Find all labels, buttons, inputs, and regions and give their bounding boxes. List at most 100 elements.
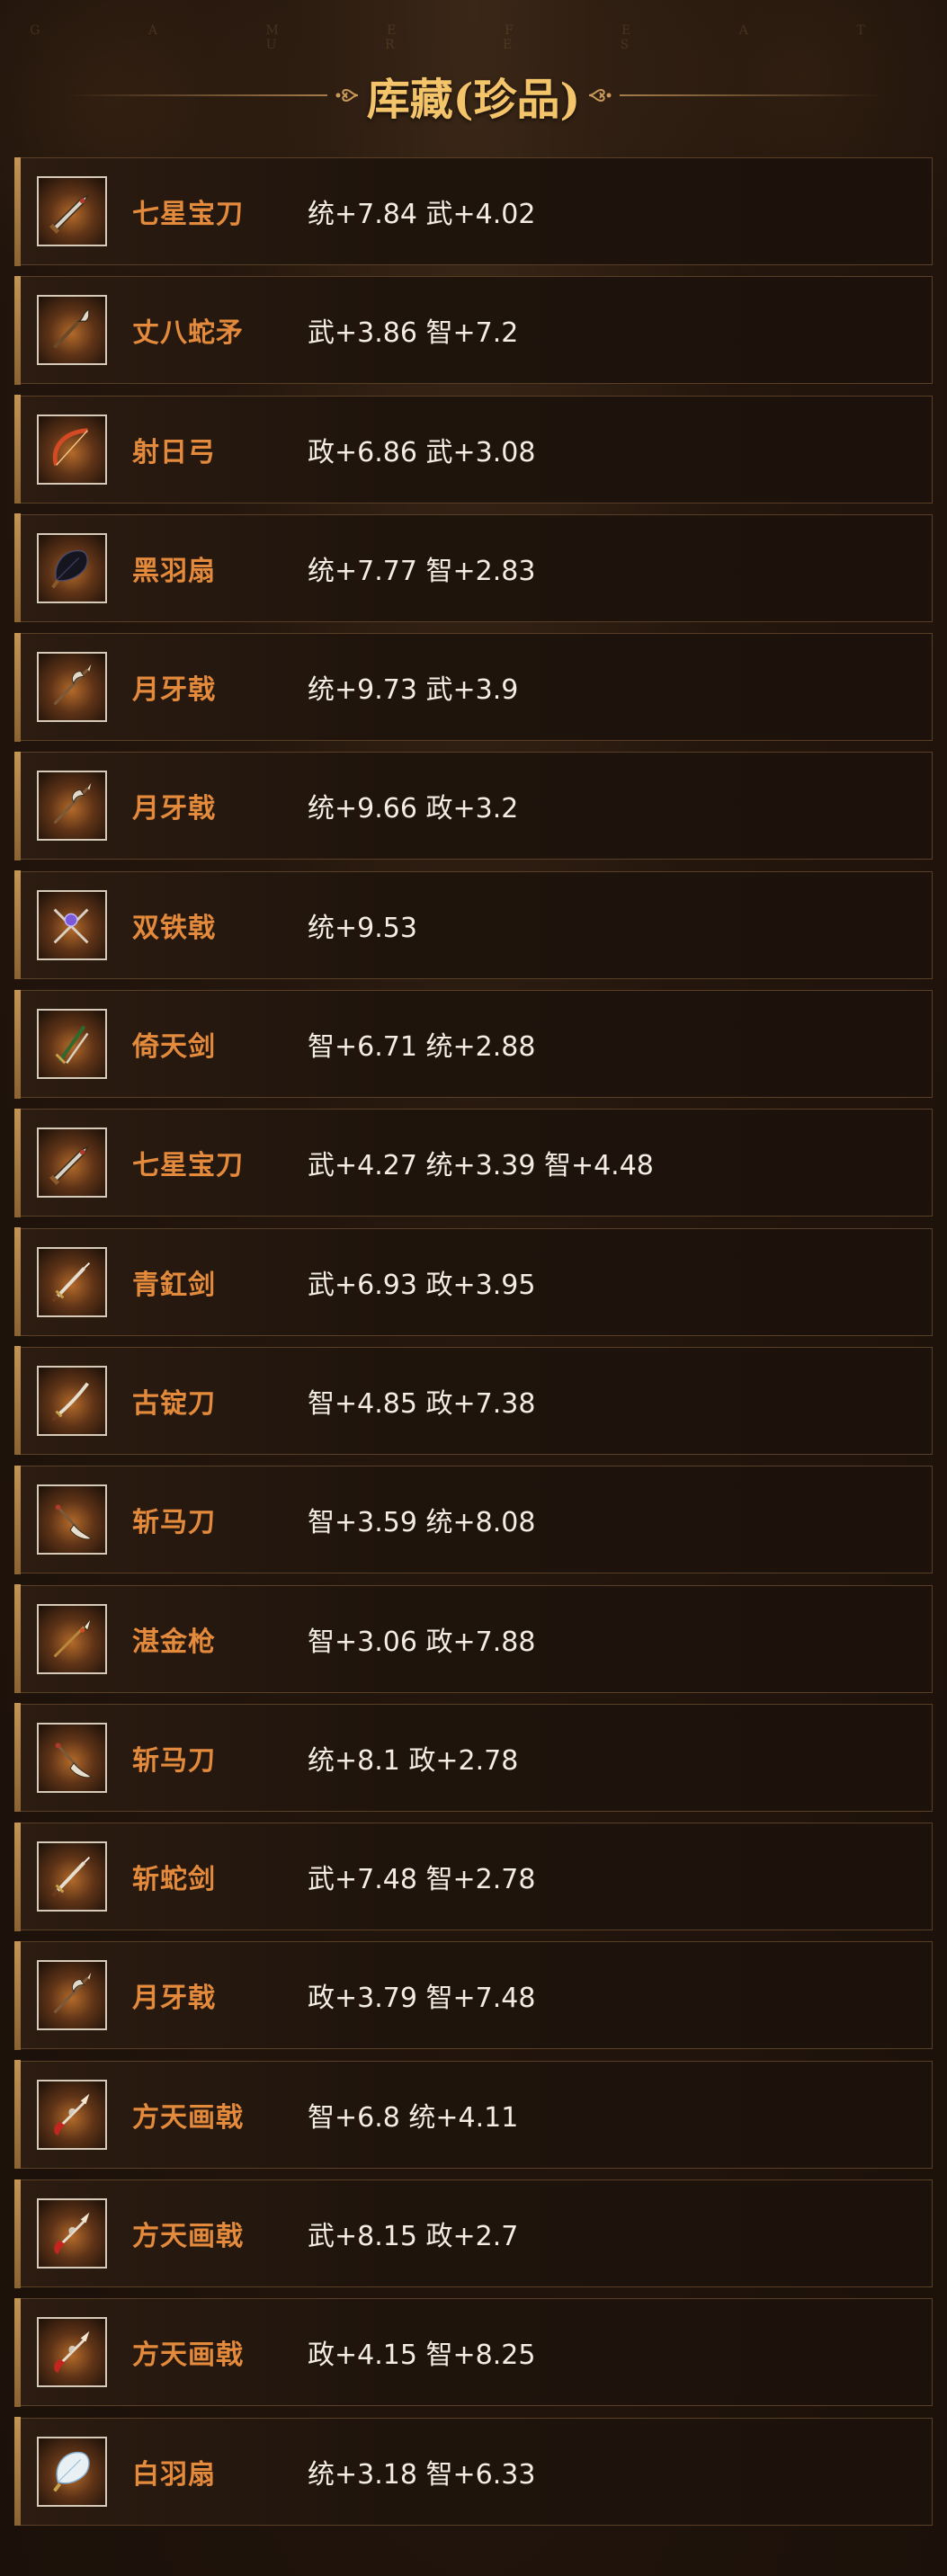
item-icon-frame <box>37 771 107 842</box>
item-name: 白羽扇 <box>132 2458 216 2491</box>
twin-halberd-icon <box>53 908 89 944</box>
item-icon-frame <box>37 2198 107 2269</box>
broadsword-icon <box>49 193 90 234</box>
item-name: 月牙戟 <box>132 1983 216 2015</box>
item-name: 七星宝刀 <box>132 1150 244 1182</box>
item-icon-frame <box>37 2317 107 2388</box>
page-title: 库藏(珍品) <box>366 75 581 125</box>
item-stats: 统+7.84 武+4.02 <box>308 199 536 230</box>
page-header: G A M E F E A T U R E S 库藏(珍品) <box>0 0 947 155</box>
item-stats: 统+8.1 政+2.78 <box>308 1744 519 1777</box>
treasure-row[interactable]: 湛金枪 智+3.06 政+7.88 <box>13 1584 933 1694</box>
item-stats: 武+3.86 智+7.2 <box>308 317 519 350</box>
item-name: 斩马刀 <box>132 1507 216 1539</box>
item-icon-frame <box>37 2079 107 2150</box>
title-divider-right <box>620 94 881 96</box>
item-name: 方天画戟 <box>132 2101 244 2134</box>
painted-halberd-icon <box>54 2331 90 2374</box>
item-icon-frame <box>37 1128 107 1199</box>
treasure-row[interactable]: 方天画戟 武+8.15 政+2.7 <box>13 2179 933 2288</box>
item-name: 月牙戟 <box>132 674 216 707</box>
serpent-spear-icon <box>53 308 91 349</box>
item-stats: 统+9.73 武+3.9 <box>308 674 519 707</box>
treasure-row[interactable]: 丈八蛇矛 武+3.86 智+7.2 <box>13 275 933 385</box>
item-name: 月牙戟 <box>132 793 216 825</box>
item-name: 双铁戟 <box>132 912 216 944</box>
item-name: 斩马刀 <box>132 1744 216 1777</box>
item-stats: 武+7.48 智+2.78 <box>308 1864 536 1896</box>
ornament-left-icon <box>335 88 358 103</box>
sabre-icon <box>51 1382 89 1422</box>
item-icon-frame <box>37 1484 107 1555</box>
item-stats: 政+3.79 智+7.48 <box>308 1983 536 2015</box>
item-stats: 统+3.18 智+6.33 <box>308 2458 536 2491</box>
item-stats: 智+3.59 统+8.08 <box>308 1507 536 1539</box>
glaive-icon <box>55 1743 93 1778</box>
item-icon-frame <box>37 1603 107 1674</box>
item-stats: 统+7.77 智+2.83 <box>308 555 536 587</box>
sword-icon <box>51 1857 91 1897</box>
treasure-row[interactable]: 七星宝刀 武+4.27 统+3.39 智+4.48 <box>13 1108 933 1217</box>
title-divider-left <box>66 94 327 96</box>
item-name: 丈八蛇矛 <box>132 317 244 350</box>
item-name: 青釭剑 <box>132 1269 216 1301</box>
broadsword-icon <box>49 1145 90 1186</box>
black-feather-fan-icon <box>51 549 88 589</box>
item-name: 湛金枪 <box>132 1626 216 1658</box>
item-stats: 智+3.06 政+7.88 <box>308 1626 536 1658</box>
treasure-row[interactable]: 月牙戟 政+3.79 智+7.48 <box>13 1940 933 2050</box>
item-stats: 智+6.8 统+4.11 <box>308 2101 519 2134</box>
sword-icon <box>51 1261 91 1303</box>
item-icon-frame <box>37 176 107 246</box>
treasure-row[interactable]: 方天画戟 智+6.8 统+4.11 <box>13 2060 933 2170</box>
treasure-row[interactable]: 双铁戟 统+9.53 <box>13 870 933 980</box>
spear-icon <box>53 1618 92 1657</box>
treasure-row[interactable]: 斩马刀 智+3.59 统+8.08 <box>13 1465 933 1574</box>
treasure-row[interactable]: 方天画戟 政+4.15 智+8.25 <box>13 2297 933 2407</box>
item-stats: 武+8.15 政+2.7 <box>308 2221 519 2253</box>
treasure-row[interactable]: 七星宝刀 统+7.84 武+4.02 <box>13 156 933 266</box>
sword-pair-icon <box>55 1025 89 1065</box>
item-name: 射日弓 <box>132 436 216 468</box>
treasure-row[interactable]: 白羽扇 统+3.18 智+6.33 <box>13 2417 933 2527</box>
item-icon-frame <box>37 1365 107 1436</box>
item-name: 古锭刀 <box>132 1387 216 1420</box>
item-name: 斩蛇剑 <box>132 1864 216 1896</box>
item-icon-frame <box>37 1009 107 1080</box>
treasure-row[interactable]: 黑羽扇 统+7.77 智+2.83 <box>13 513 933 623</box>
treasure-row[interactable]: 月牙戟 统+9.66 政+3.2 <box>13 751 933 860</box>
item-stats: 统+9.66 政+3.2 <box>308 793 519 825</box>
ornament-right-icon <box>589 88 612 103</box>
treasure-list: 七星宝刀 统+7.84 武+4.02 丈八蛇矛 武+3.86 智+7.2 射日弓 政+6.… <box>13 156 933 2536</box>
treasure-row[interactable]: 倚天剑 智+6.71 统+2.88 <box>13 989 933 1099</box>
item-stats: 智+4.85 政+7.38 <box>308 1387 536 1420</box>
header-subtitle: G A M E F E A T U R E S <box>30 23 917 52</box>
treasure-row[interactable]: 古锭刀 智+4.85 政+7.38 <box>13 1346 933 1456</box>
item-stats: 武+6.93 政+3.95 <box>308 1269 536 1301</box>
crescent-halberd-icon <box>53 1973 92 2014</box>
glaive-icon <box>55 1504 93 1540</box>
treasure-row[interactable]: 月牙戟 统+9.73 武+3.9 <box>13 632 933 742</box>
bow-icon <box>52 427 88 466</box>
white-feather-fan-icon <box>53 2451 90 2492</box>
item-icon-frame <box>37 532 107 603</box>
treasure-row[interactable]: 斩马刀 统+8.1 政+2.78 <box>13 1703 933 1813</box>
item-icon-frame <box>37 1722 107 1793</box>
item-stats: 政+6.86 武+3.08 <box>308 436 536 468</box>
item-stats: 武+4.27 统+3.39 智+4.48 <box>308 1150 654 1182</box>
item-name: 方天画戟 <box>132 2221 244 2253</box>
item-stats: 统+9.53 <box>308 912 417 944</box>
item-icon-frame <box>37 2436 107 2507</box>
treasure-row[interactable]: 斩蛇剑 武+7.48 智+2.78 <box>13 1822 933 1931</box>
treasure-row[interactable]: 射日弓 政+6.86 武+3.08 <box>13 395 933 504</box>
item-stats: 政+4.15 智+8.25 <box>308 2340 536 2372</box>
treasure-row[interactable]: 青釭剑 武+6.93 政+3.95 <box>13 1227 933 1337</box>
item-name: 七星宝刀 <box>132 199 244 230</box>
item-icon-frame <box>37 414 107 485</box>
crescent-halberd-icon <box>53 783 92 824</box>
item-icon-frame <box>37 295 107 366</box>
item-name: 方天画戟 <box>132 2340 244 2372</box>
item-name: 黑羽扇 <box>132 555 216 587</box>
item-icon-frame <box>37 1960 107 2031</box>
item-icon-frame <box>37 1246 107 1317</box>
